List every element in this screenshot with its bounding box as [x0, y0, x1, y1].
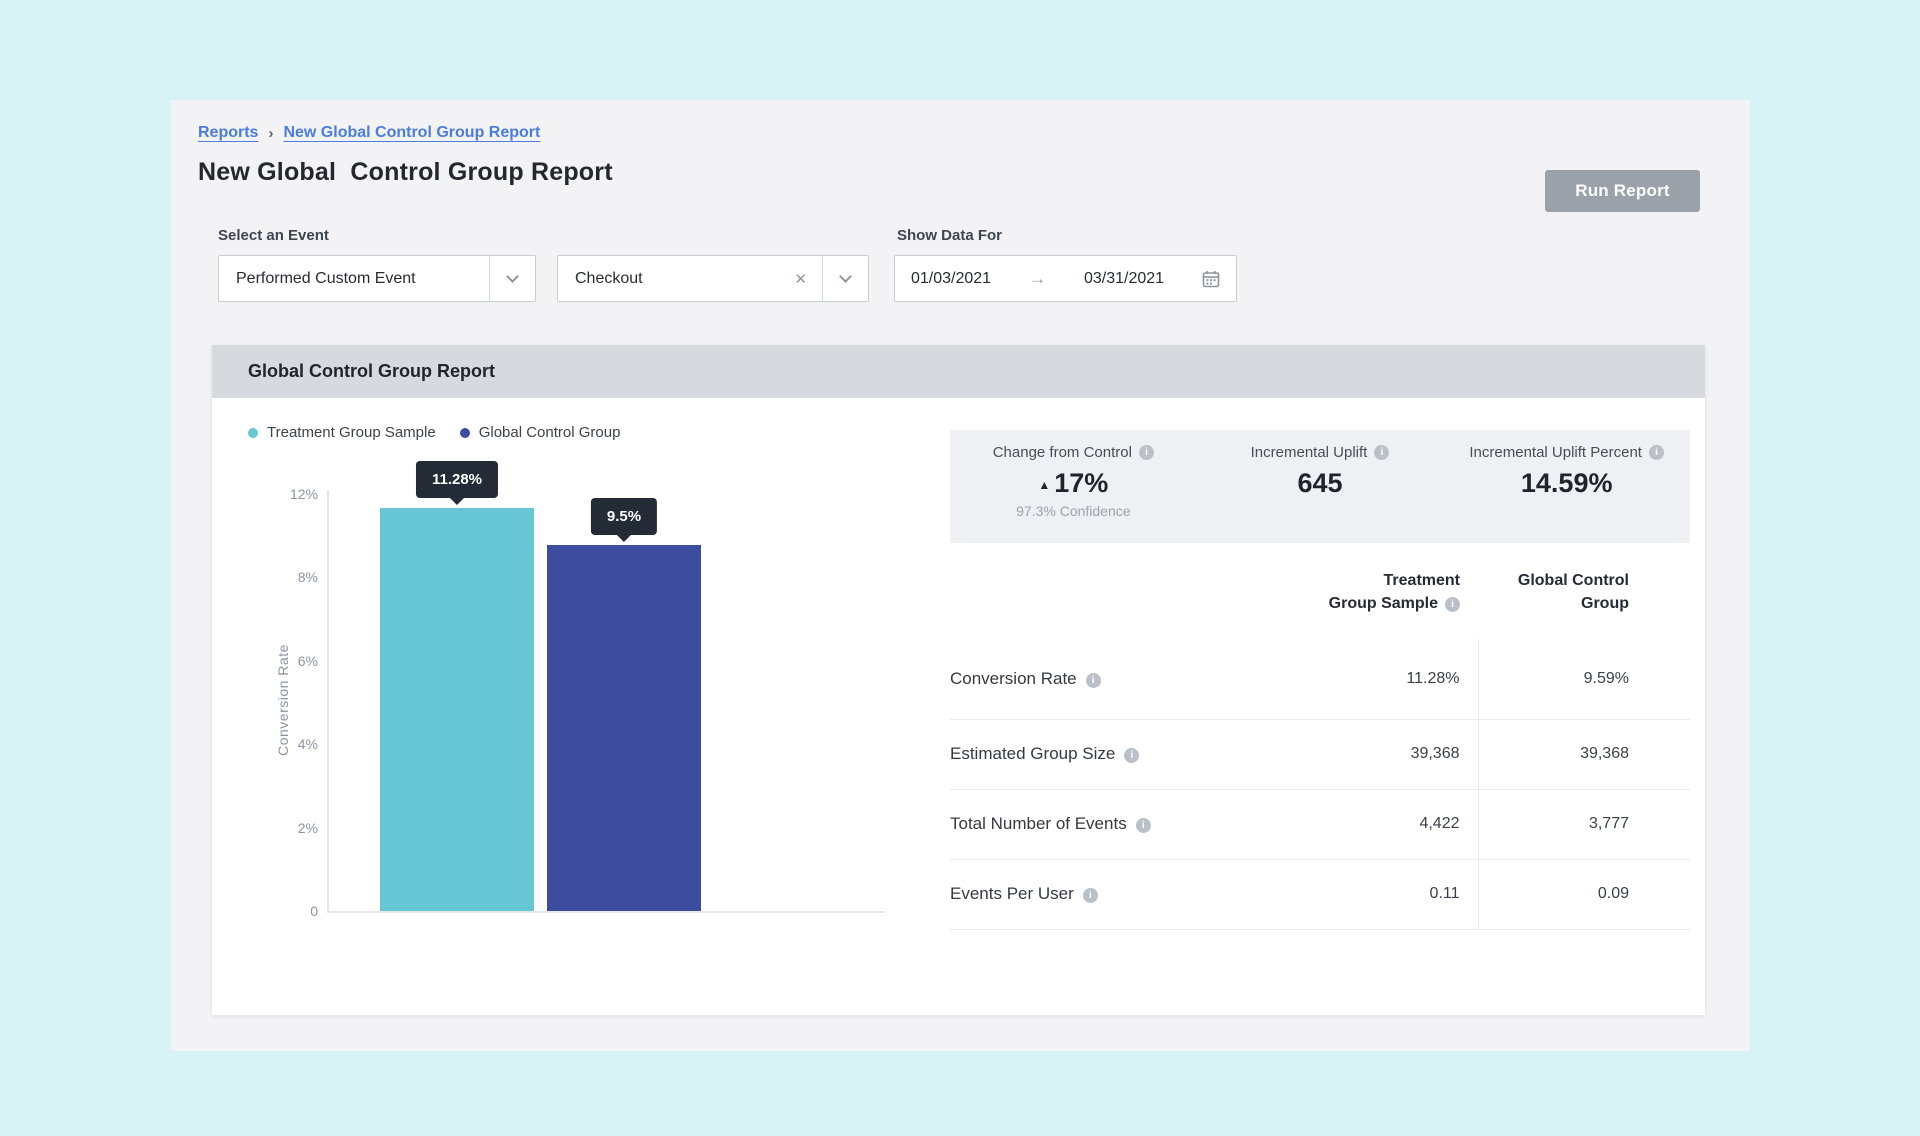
stat-value: 14.59%	[1443, 468, 1690, 499]
treatment-value: 0.11	[1298, 859, 1478, 929]
table-row: Conversion Ratei 11.28% 9.59%	[950, 639, 1690, 719]
legend-label: Global Control Group	[479, 424, 621, 441]
control-value: 0.09	[1478, 859, 1690, 929]
treatment-value: 11.28%	[1298, 639, 1478, 719]
row-label: Events Per Useri	[950, 859, 1298, 929]
row-label: Estimated Group Sizei	[950, 719, 1298, 789]
control-value: 9.59%	[1478, 639, 1690, 719]
chevron-down-icon[interactable]	[823, 256, 868, 301]
calendar-icon[interactable]	[1202, 270, 1220, 288]
date-range-picker[interactable]: 01/03/2021 → 03/31/2021	[894, 255, 1237, 302]
control-value: 39,368	[1478, 719, 1690, 789]
y-axis-ticks: 12% 8% 6% 4% 2% 0	[252, 345, 318, 1015]
bar-value-tooltip: 9.5%	[591, 498, 657, 535]
breadcrumb-link-current[interactable]: New Global Control Group Report	[283, 124, 540, 142]
breadcrumb-link-reports[interactable]: Reports	[198, 124, 258, 142]
y-tick: 6%	[298, 653, 318, 669]
info-icon[interactable]: i	[1649, 445, 1664, 460]
y-tick: 4%	[298, 736, 318, 752]
table-row: Events Per Useri 0.11 0.09	[950, 859, 1690, 929]
stat-label: Incremental Uplift i	[1197, 444, 1444, 461]
table-row: Total Number of Eventsi 4,422 3,777	[950, 789, 1690, 859]
info-icon[interactable]: i	[1139, 445, 1154, 460]
bar-treatment-group	[380, 508, 534, 911]
info-icon[interactable]: i	[1374, 445, 1389, 460]
empty-header-cell	[950, 557, 1298, 639]
column-header-control: Global Control Group	[1478, 557, 1690, 639]
chevron-down-icon[interactable]	[490, 256, 535, 301]
stat-value: 645	[1197, 468, 1444, 499]
breadcrumb: Reports › New Global Control Group Repor…	[198, 124, 540, 142]
row-label: Total Number of Eventsi	[950, 789, 1298, 859]
table-row: Estimated Group Sizei 39,368 39,368	[950, 719, 1690, 789]
arrow-right-icon: →	[1029, 269, 1046, 289]
panel-title: Global Control Group Report	[212, 345, 1705, 398]
select-event-label: Select an Event	[218, 227, 329, 244]
stat-value: ▲17%	[950, 468, 1197, 499]
event-value-dropdown[interactable]: Checkout ✕	[557, 255, 869, 302]
y-tick: 0	[310, 903, 318, 919]
event-type-dropdown[interactable]: Performed Custom Event	[218, 255, 536, 302]
run-report-button[interactable]: Run Report	[1545, 170, 1700, 212]
control-value: 3,777	[1478, 789, 1690, 859]
info-icon[interactable]: i	[1124, 748, 1139, 763]
confidence-text: 97.3% Confidence	[950, 503, 1197, 519]
report-card: Reports › New Global Control Group Repor…	[171, 100, 1750, 1051]
stat-incremental-uplift: Incremental Uplift i 645	[1197, 444, 1444, 543]
column-header-treatment: Treatment Group Samplei	[1298, 557, 1478, 639]
comparison-table: Treatment Group Samplei Global Control G…	[950, 557, 1690, 930]
treatment-value: 4,422	[1298, 789, 1478, 859]
event-value: Checkout	[575, 270, 643, 288]
breadcrumb-separator-icon: ›	[268, 125, 273, 142]
show-data-for-label: Show Data For	[897, 227, 1002, 244]
y-tick: 12%	[290, 486, 318, 502]
date-start-value[interactable]: 01/03/2021	[911, 270, 991, 288]
date-end-value[interactable]: 03/31/2021	[1084, 270, 1164, 288]
up-triangle-icon: ▲	[1038, 478, 1050, 492]
info-icon[interactable]: i	[1083, 888, 1098, 903]
clear-icon[interactable]: ✕	[779, 270, 822, 288]
bar-chart: 11.28% 9.5%	[327, 490, 885, 913]
treatment-value: 39,368	[1298, 719, 1478, 789]
info-icon[interactable]: i	[1086, 673, 1101, 688]
y-tick: 2%	[298, 820, 318, 836]
page-title: New Global Control Group Report	[198, 158, 613, 187]
stat-label: Incremental Uplift Percent i	[1443, 444, 1690, 461]
stat-label: Change from Control i	[950, 444, 1197, 461]
bar-global-control	[547, 545, 701, 911]
event-type-value: Performed Custom Event	[236, 270, 416, 288]
legend-dot-indigo-icon	[460, 428, 470, 438]
row-label: Conversion Ratei	[950, 639, 1298, 719]
stat-incremental-uplift-percent: Incremental Uplift Percent i 14.59%	[1443, 444, 1690, 543]
table-header-row: Treatment Group Samplei Global Control G…	[950, 557, 1690, 639]
info-icon[interactable]: i	[1445, 597, 1460, 612]
stat-change-from-control: Change from Control i ▲17% 97.3% Confide…	[950, 444, 1197, 543]
report-panel: Global Control Group Report Treatment Gr…	[212, 345, 1705, 1015]
info-icon[interactable]: i	[1136, 818, 1151, 833]
y-tick: 8%	[298, 569, 318, 585]
bar-value-tooltip: 11.28%	[416, 461, 498, 498]
legend-item-control: Global Control Group	[460, 424, 621, 441]
summary-stats: Change from Control i ▲17% 97.3% Confide…	[950, 430, 1690, 543]
